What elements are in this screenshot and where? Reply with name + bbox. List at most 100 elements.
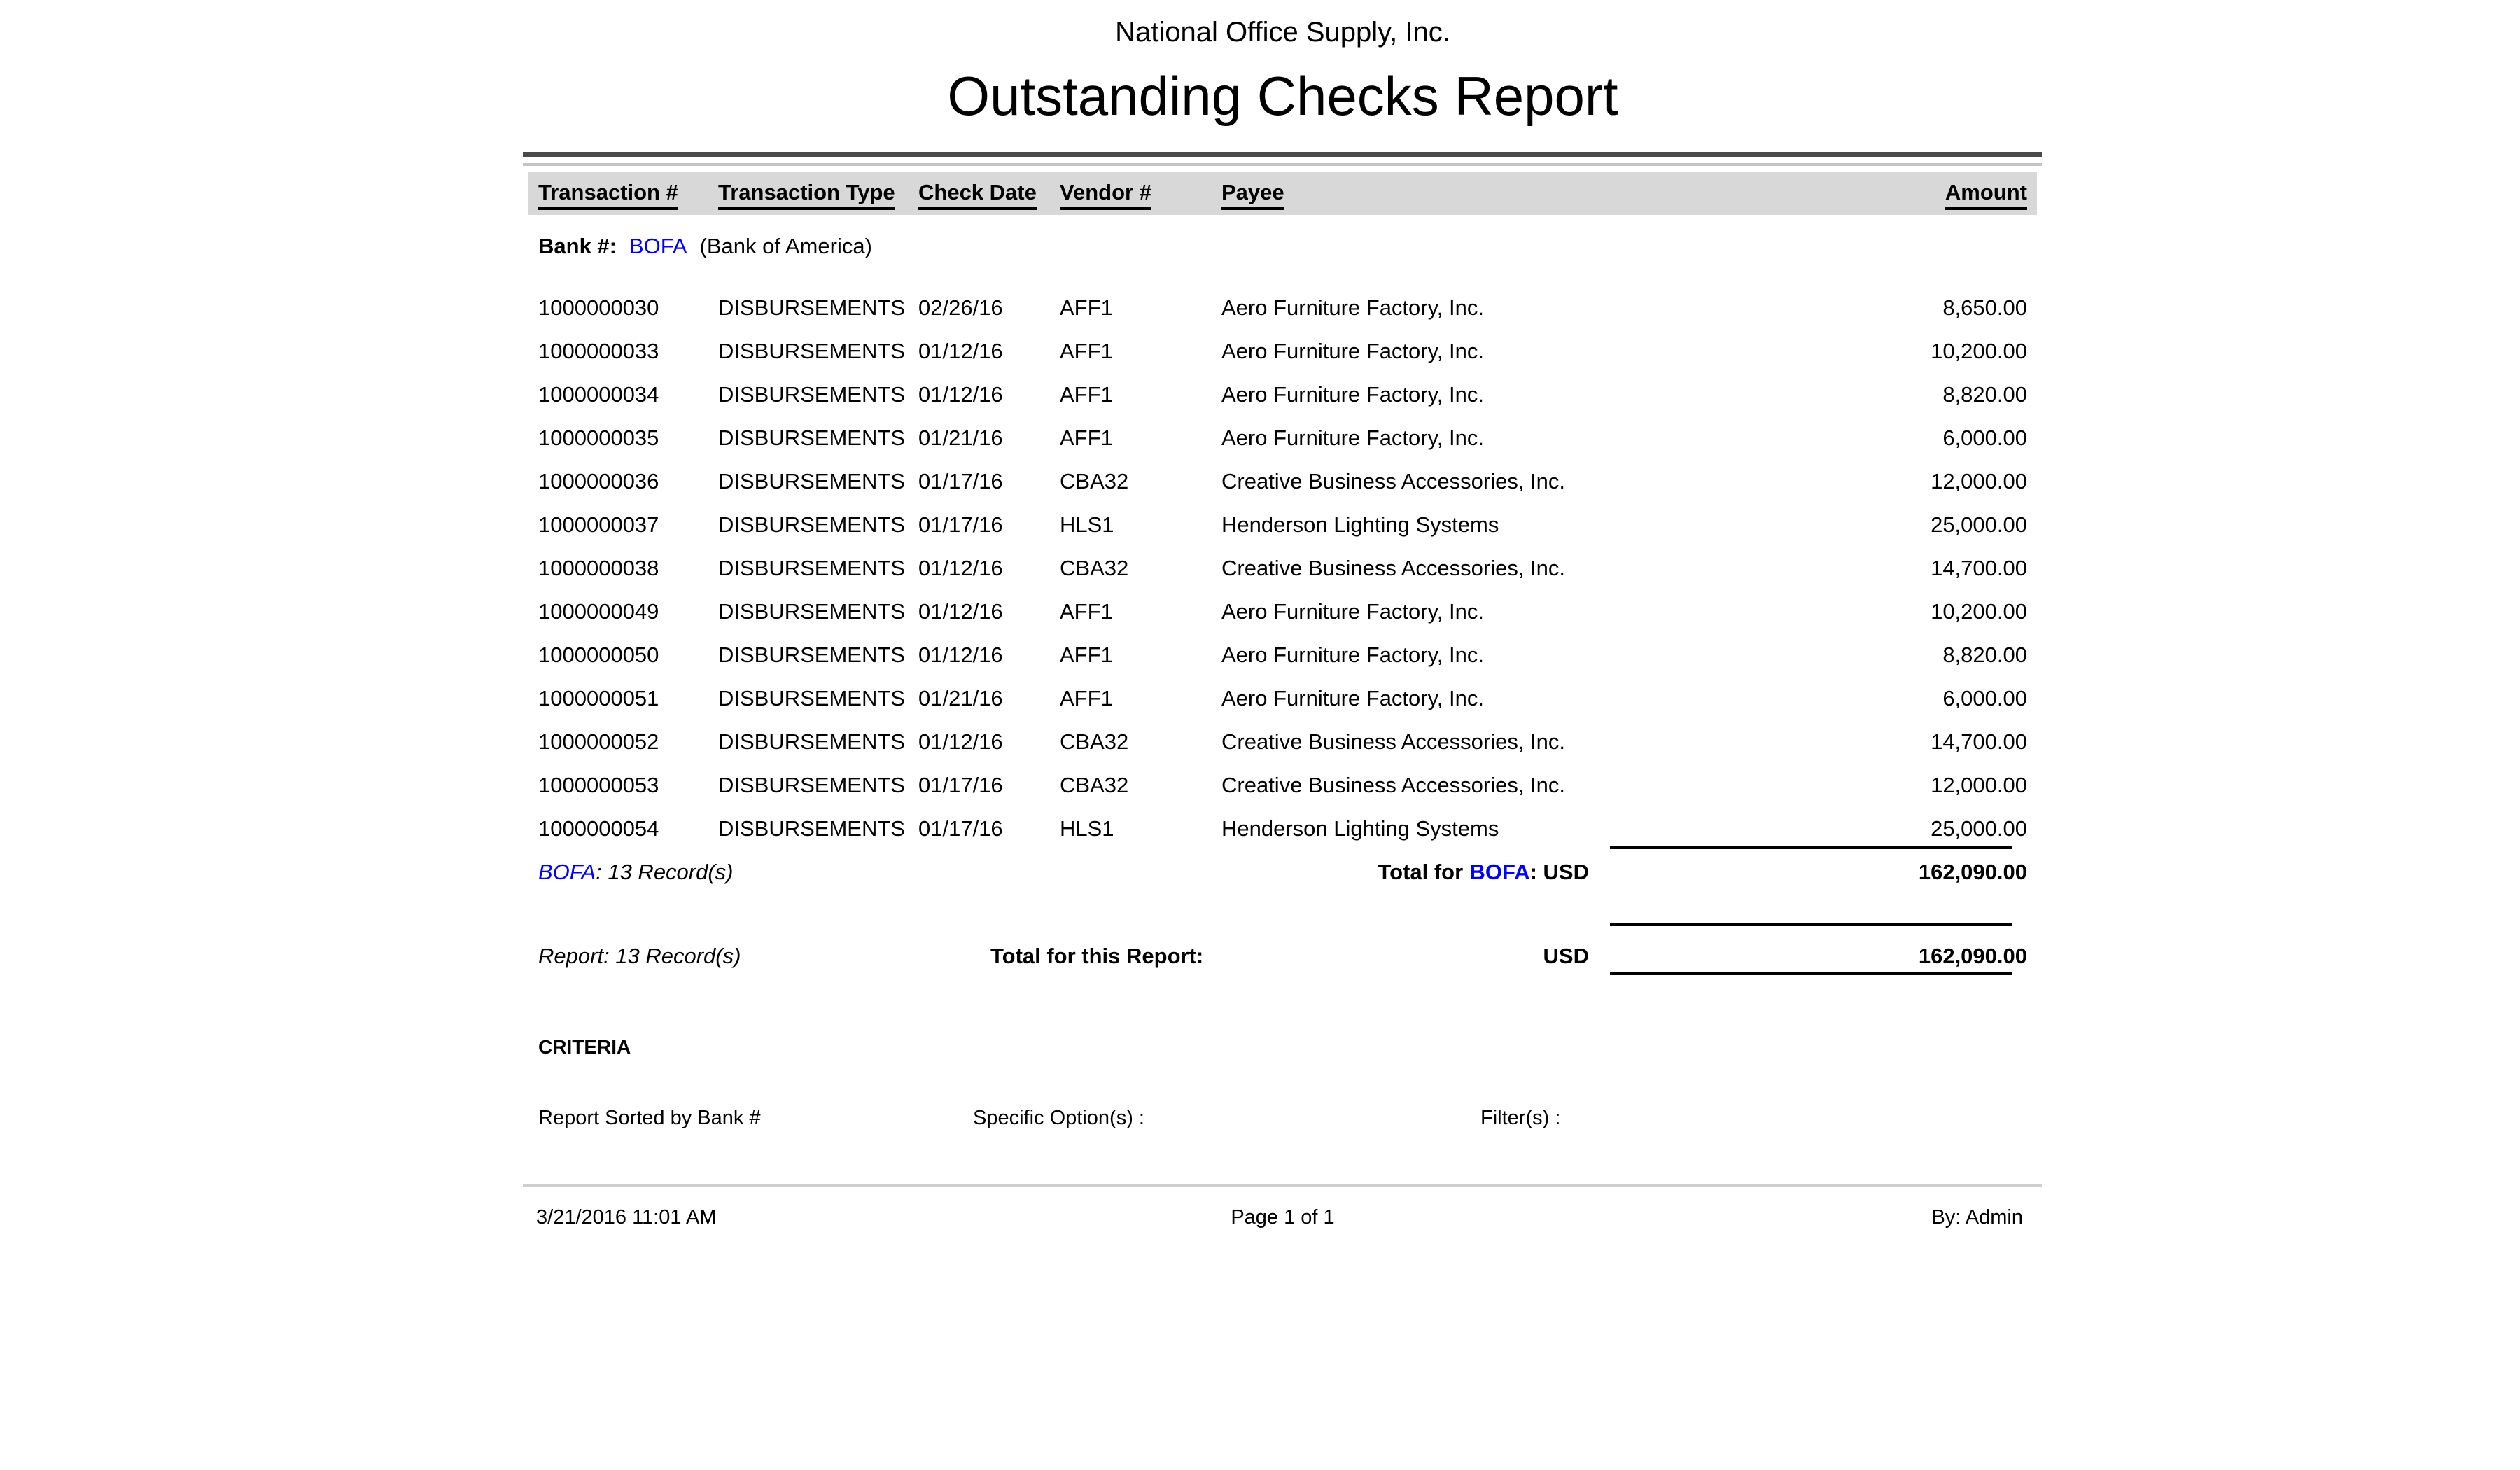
cell-vendor-number: AFF1 <box>1060 641 1222 685</box>
cell-amount: 10,200.00 <box>1610 598 2037 641</box>
bank-total-rule <box>1610 846 2012 849</box>
cell-transaction-number: 1000000053 <box>528 771 718 815</box>
page-title: Outstanding Checks Report <box>528 63 2037 129</box>
cell-transaction-number: 1000000037 <box>528 511 718 554</box>
cell-check-date: 01/12/16 <box>918 598 1060 641</box>
cell-amount: 8,820.00 <box>1610 381 2037 424</box>
cell-payee: Aero Furniture Factory, Inc. <box>1222 294 1610 337</box>
cell-payee: Creative Business Accessories, Inc. <box>1222 554 1610 598</box>
table-row: 1000000033 DISBURSEMENTS 01/12/16 AFF1 A… <box>528 337 2037 381</box>
cell-vendor-number: AFF1 <box>1060 424 1222 468</box>
report-page: National Office Supply, Inc. Outstanding… <box>528 0 2037 1470</box>
cell-transaction-number: 1000000052 <box>528 728 718 771</box>
cell-payee: Creative Business Accessories, Inc. <box>1222 468 1610 511</box>
cell-amount: 6,000.00 <box>1610 685 2037 728</box>
table-row: 1000000050 DISBURSEMENTS 01/12/16 AFF1 A… <box>528 641 2037 685</box>
cell-transaction-number: 1000000054 <box>528 815 718 858</box>
cell-transaction-type: DISBURSEMENTS <box>718 381 918 424</box>
cell-payee: Aero Furniture Factory, Inc. <box>1222 424 1610 468</box>
column-header-transaction-number[interactable]: Transaction # <box>528 180 718 215</box>
footer-datetime: 3/21/2016 11:01 AM <box>536 1204 716 1231</box>
cell-vendor-number: AFF1 <box>1060 685 1222 728</box>
cell-transaction-type: DISBURSEMENTS <box>718 337 918 381</box>
footer-printed-by: By: Admin <box>1931 1204 2023 1231</box>
cell-transaction-type: DISBURSEMENTS <box>718 598 918 641</box>
cell-check-date: 01/12/16 <box>918 381 1060 424</box>
cell-payee: Aero Furniture Factory, Inc. <box>1222 641 1610 685</box>
bank-label: Bank #: <box>538 234 617 258</box>
cell-payee: Aero Furniture Factory, Inc. <box>1222 381 1610 424</box>
criteria-sorted-by: Report Sorted by Bank # <box>538 1105 761 1131</box>
bank-name: (Bank of America) <box>700 234 872 258</box>
column-header-payee[interactable]: Payee <box>1222 180 1610 215</box>
cell-vendor-number: AFF1 <box>1060 381 1222 424</box>
cell-vendor-number: CBA32 <box>1060 728 1222 771</box>
cell-transaction-type: DISBURSEMENTS <box>718 728 918 771</box>
bank-code-link[interactable]: BOFA <box>629 234 687 258</box>
cell-transaction-type: DISBURSEMENTS <box>718 554 918 598</box>
cell-amount: 14,700.00 <box>1610 728 2037 771</box>
cell-vendor-number: AFF1 <box>1060 294 1222 337</box>
cell-check-date: 01/12/16 <box>918 337 1060 381</box>
cell-payee: Aero Furniture Factory, Inc. <box>1222 337 1610 381</box>
table-row: 1000000036 DISBURSEMENTS 01/17/16 CBA32 … <box>528 468 2037 511</box>
footer-divider <box>523 1184 2042 1186</box>
table-row: 1000000051 DISBURSEMENTS 01/21/16 AFF1 A… <box>528 685 2037 728</box>
bank-total-amount: 162,090.00 <box>1919 858 2027 886</box>
cell-payee: Creative Business Accessories, Inc. <box>1222 728 1610 771</box>
company-name: National Office Supply, Inc. <box>528 15 2037 49</box>
report-total-rule-top <box>1610 923 2012 926</box>
bank-record-count: BOFA: 13 Record(s) <box>538 858 734 886</box>
title-divider-dark <box>523 152 2042 157</box>
cell-vendor-number: AFF1 <box>1060 598 1222 641</box>
criteria-heading: CRITERIA <box>538 1035 631 1060</box>
cell-payee: Aero Furniture Factory, Inc. <box>1222 598 1610 641</box>
table-row: 1000000034 DISBURSEMENTS 01/12/16 AFF1 A… <box>528 381 2037 424</box>
table-row: 1000000037 DISBURSEMENTS 01/17/16 HLS1 H… <box>528 511 2037 554</box>
title-divider-light <box>523 163 2042 166</box>
cell-payee: Creative Business Accessories, Inc. <box>1222 771 1610 815</box>
cell-transaction-type: DISBURSEMENTS <box>718 468 918 511</box>
cell-transaction-number: 1000000035 <box>528 424 718 468</box>
cell-transaction-type: DISBURSEMENTS <box>718 424 918 468</box>
bank-total-label: Total forBOFA: USD <box>1378 858 1590 886</box>
cell-check-date: 01/21/16 <box>918 424 1060 468</box>
cell-vendor-number: CBA32 <box>1060 468 1222 511</box>
column-header-check-date[interactable]: Check Date <box>918 180 1060 215</box>
column-header-amount[interactable]: Amount <box>1610 180 2037 215</box>
cell-vendor-number: CBA32 <box>1060 554 1222 598</box>
report-total-amount: 162,090.00 <box>1919 942 2027 970</box>
cell-vendor-number: CBA32 <box>1060 771 1222 815</box>
column-header-vendor-number[interactable]: Vendor # <box>1060 180 1222 215</box>
cell-vendor-number: HLS1 <box>1060 511 1222 554</box>
cell-transaction-type: DISBURSEMENTS <box>718 771 918 815</box>
cell-vendor-number: AFF1 <box>1060 337 1222 381</box>
report-total-label: Total for this Report: <box>990 942 1203 970</box>
cell-transaction-number: 1000000038 <box>528 554 718 598</box>
cell-check-date: 01/17/16 <box>918 771 1060 815</box>
table-rows: 1000000030 DISBURSEMENTS 02/26/16 AFF1 A… <box>528 294 2037 858</box>
bank-code-link[interactable]: BOFA <box>1469 860 1530 884</box>
table-row: 1000000052 DISBURSEMENTS 01/12/16 CBA32 … <box>528 728 2037 771</box>
cell-check-date: 01/21/16 <box>918 685 1060 728</box>
column-header-transaction-type[interactable]: Transaction Type <box>718 180 918 215</box>
report-record-count: Report: 13 Record(s) <box>538 942 741 970</box>
bank-code-link[interactable]: BOFA <box>538 860 596 884</box>
cell-check-date: 01/17/16 <box>918 468 1060 511</box>
report-total-currency: USD <box>1544 942 1589 970</box>
cell-transaction-number: 1000000051 <box>528 685 718 728</box>
cell-transaction-type: DISBURSEMENTS <box>718 294 918 337</box>
criteria-specific-options: Specific Option(s) : <box>973 1105 1144 1131</box>
cell-transaction-number: 1000000049 <box>528 598 718 641</box>
cell-payee: Henderson Lighting Systems <box>1222 815 1610 858</box>
cell-transaction-number: 1000000033 <box>528 337 718 381</box>
cell-transaction-number: 1000000030 <box>528 294 718 337</box>
cell-transaction-number: 1000000050 <box>528 641 718 685</box>
cell-check-date: 01/12/16 <box>918 641 1060 685</box>
cell-transaction-type: DISBURSEMENTS <box>718 685 918 728</box>
footer-page-number: Page 1 of 1 <box>528 1204 2037 1231</box>
cell-check-date: 01/17/16 <box>918 511 1060 554</box>
cell-check-date: 01/17/16 <box>918 815 1060 858</box>
cell-transaction-type: DISBURSEMENTS <box>718 511 918 554</box>
cell-check-date: 01/12/16 <box>918 554 1060 598</box>
